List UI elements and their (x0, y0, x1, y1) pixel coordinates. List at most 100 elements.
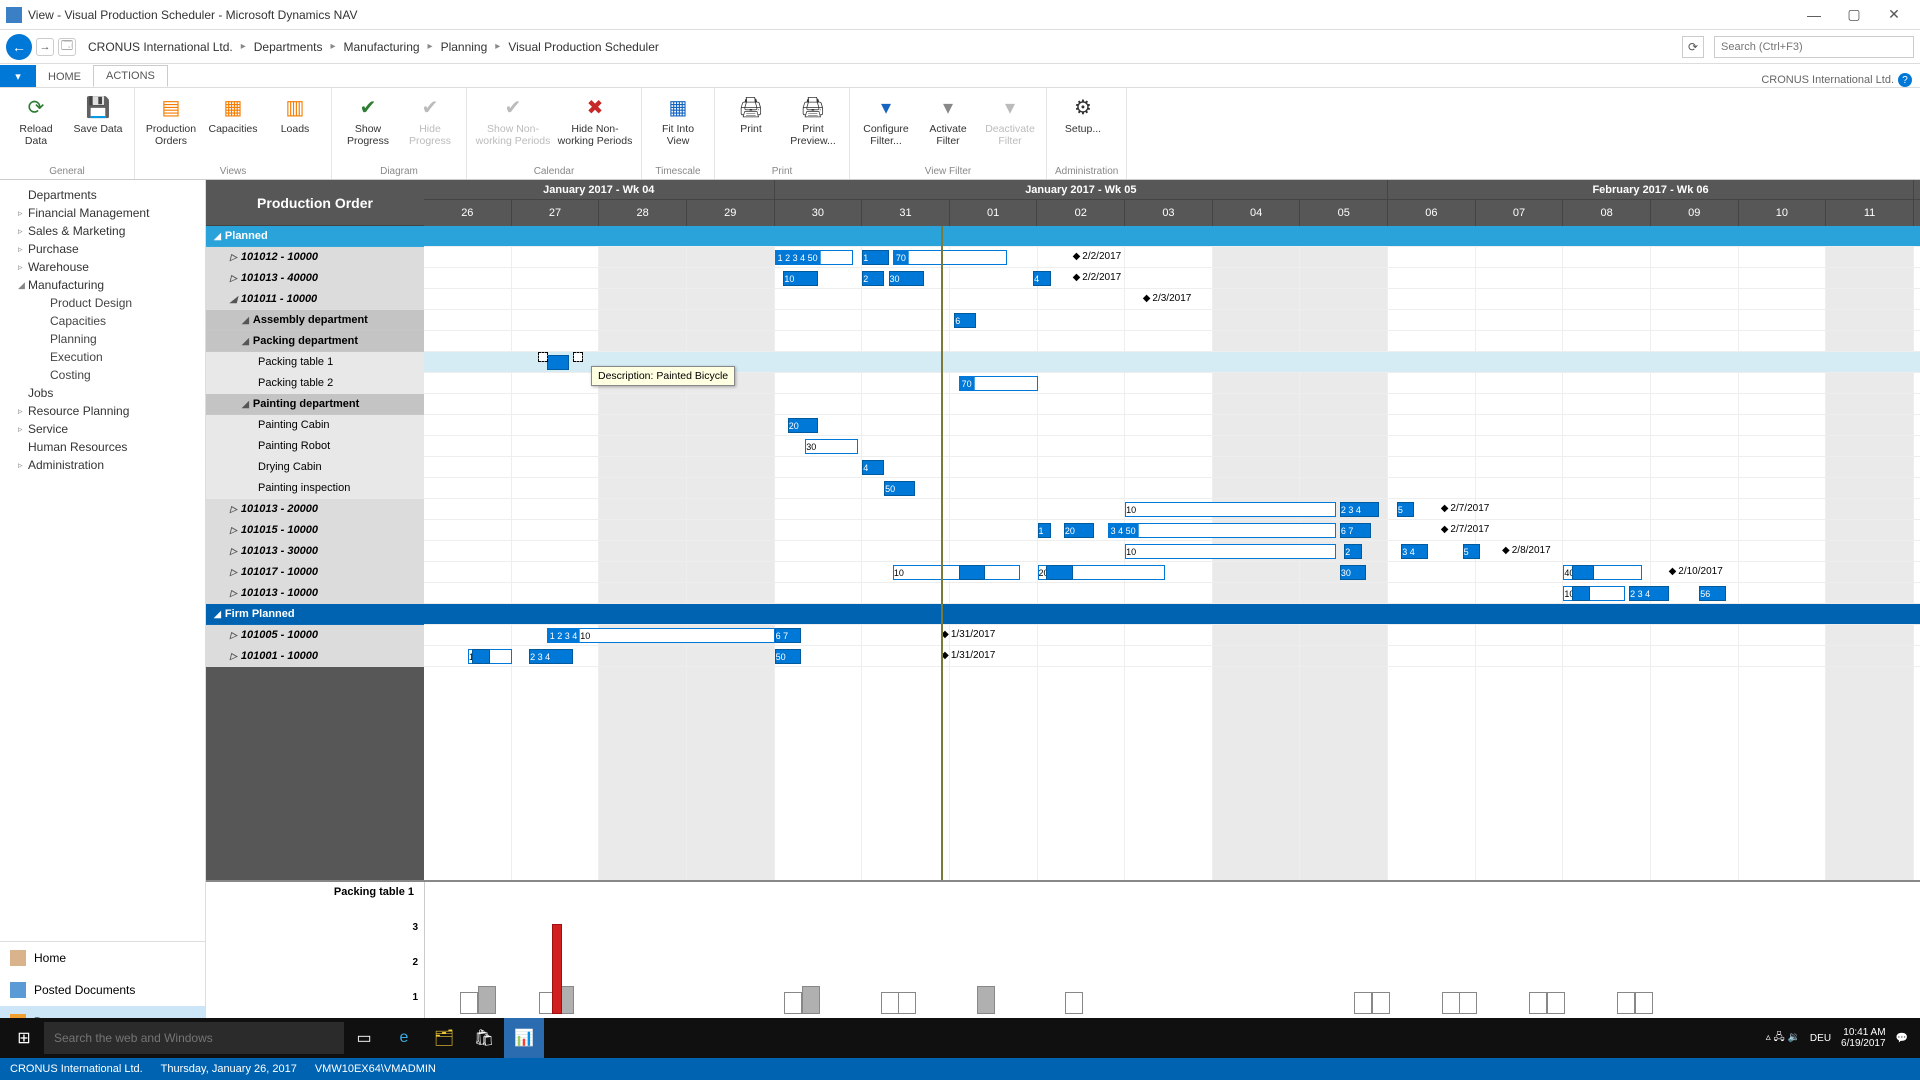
gantt-task[interactable]: 4 (1033, 271, 1051, 286)
gantt-task[interactable]: 2 (862, 271, 884, 286)
gantt-task[interactable]: 4 (862, 460, 884, 475)
gantt-task[interactable] (547, 355, 569, 370)
gantt-grid-row[interactable] (424, 415, 1920, 436)
gantt-row[interactable]: ▷101015 - 10000 (206, 520, 424, 541)
gantt-row[interactable]: ▷101001 - 10000 (206, 646, 424, 667)
gantt-row[interactable]: ▷101012 - 10000 (206, 247, 424, 268)
nav-item[interactable]: Product Design (0, 294, 205, 312)
gantt-grid-row[interactable] (424, 268, 1920, 289)
nav-item[interactable]: ▹Service (0, 420, 205, 438)
gantt-row[interactable]: ▷101013 - 30000 (206, 541, 424, 562)
gantt-task[interactable]: 6 7 (775, 628, 801, 643)
back-button[interactable]: ← (6, 34, 32, 60)
gantt-row[interactable]: ◢101011 - 10000 (206, 289, 424, 310)
gantt-grid-row[interactable] (424, 310, 1920, 331)
gantt-grid-row[interactable] (424, 226, 1920, 247)
show-progress-button[interactable]: ✔Show Progress (340, 92, 396, 147)
nav-item[interactable]: ▹Administration (0, 456, 205, 474)
fit-into-view-button[interactable]: ▦Fit Into View (650, 92, 706, 147)
gantt-task[interactable]: 2 (1344, 544, 1362, 559)
capacities-button[interactable]: ▦Capacities (205, 92, 261, 136)
nav-item[interactable]: ▹Sales & Marketing (0, 222, 205, 240)
nav-item[interactable]: ▹Financial Management (0, 204, 205, 222)
task-view-icon[interactable]: ▭ (344, 1018, 384, 1058)
gantt-grid-row[interactable] (424, 247, 1920, 268)
nav-item[interactable]: Capacities (0, 312, 205, 330)
gantt-task[interactable]: 1 2 3 410 (547, 628, 775, 643)
gantt-row[interactable]: ▷101005 - 10000 (206, 625, 424, 646)
tray-lang[interactable]: DEU (1810, 1033, 1831, 1044)
gantt-row[interactable]: ◢Firm Planned (206, 604, 424, 625)
gantt-row[interactable]: ◢Packing department (206, 331, 424, 352)
gantt-task[interactable]: 3 4 50 (1108, 523, 1336, 538)
nav-item[interactable]: Costing (0, 366, 205, 384)
task[interactable]: 1 2 3 4 50 (775, 250, 854, 265)
gantt-task[interactable]: 2 3 4 (1340, 502, 1379, 517)
gantt-task[interactable] (1572, 586, 1590, 601)
crumb-planning[interactable]: Planning (441, 40, 488, 54)
production-orders-button[interactable]: ▤Production Orders (143, 92, 199, 147)
gantt-row[interactable]: ▷101013 - 20000 (206, 499, 424, 520)
crumb-page[interactable]: Visual Production Scheduler (508, 40, 659, 54)
gantt-grid-row[interactable] (424, 436, 1920, 457)
gantt-task[interactable]: 50 (884, 481, 915, 496)
gantt-grid-row[interactable] (424, 394, 1920, 415)
nav-item[interactable]: ▹Resource Planning (0, 402, 205, 420)
nav-item[interactable]: ◢Manufacturing (0, 276, 205, 294)
nav-item[interactable]: Jobs (0, 384, 205, 402)
print-preview-button[interactable]: 🖨Print Preview... (785, 92, 841, 147)
gantt-task[interactable]: 10 (1125, 502, 1335, 517)
gantt-row[interactable]: ◢Planned (206, 226, 424, 247)
gantt-task[interactable]: 20 (1064, 523, 1095, 538)
gantt-chart[interactable]: Production Order ◢Planned▷101012 - 10000… (206, 180, 1920, 880)
nav-app-icon[interactable]: 📊 (504, 1018, 544, 1058)
refresh-button[interactable]: ⟳ (1682, 36, 1704, 58)
address-dropdown[interactable]: 🗔 (58, 38, 76, 56)
configure-filter-button[interactable]: ▾Configure Filter... (858, 92, 914, 147)
close-button[interactable]: ✕ (1874, 1, 1914, 29)
gantt-task[interactable] (1572, 565, 1594, 580)
gantt-row[interactable]: ◢Assembly department (206, 310, 424, 331)
drag-handle[interactable] (573, 352, 583, 362)
gantt-task[interactable]: 6 (954, 313, 976, 328)
gantt-task[interactable]: 30 (1340, 565, 1366, 580)
gantt-row[interactable]: ▷101017 - 10000 (206, 562, 424, 583)
file-tab[interactable]: ▾ (0, 65, 36, 87)
gantt-grid-row[interactable] (424, 331, 1920, 352)
gantt-task[interactable]: 30 (805, 439, 858, 454)
crumb-company[interactable]: CRONUS International Ltd. (88, 40, 233, 54)
maximize-button[interactable]: ▢ (1834, 1, 1874, 29)
gantt-task[interactable]: 10 (893, 565, 1020, 580)
gantt-task[interactable]: 1 (1038, 523, 1051, 538)
start-button[interactable]: ⊞ (4, 1018, 44, 1058)
notification-icon[interactable]: 💬 (1896, 1033, 1908, 1044)
activate-filter-button[interactable]: ▾Activate Filter (920, 92, 976, 147)
gantt-grid-row[interactable] (424, 583, 1920, 604)
gantt-row[interactable]: ▷101013 - 40000 (206, 268, 424, 289)
gantt-task[interactable]: 5 (1397, 502, 1415, 517)
gantt-task[interactable]: 70 (959, 376, 1038, 391)
gantt-grid-row[interactable] (424, 457, 1920, 478)
drag-handle[interactable] (538, 352, 548, 362)
edge-icon[interactable]: e (384, 1018, 424, 1058)
forward-button[interactable]: → (36, 38, 54, 56)
tab-home[interactable]: HOME (36, 67, 93, 87)
nav-item[interactable]: Planning (0, 330, 205, 348)
gantt-row[interactable]: ▷101013 - 10000 (206, 583, 424, 604)
nav-item[interactable]: ▹Warehouse (0, 258, 205, 276)
nav-item[interactable]: ▹Purchase (0, 240, 205, 258)
nav-item[interactable]: Human Resources (0, 438, 205, 456)
nav-item[interactable]: Departments (0, 186, 205, 204)
tray-icons[interactable]: ▵ 🖧 🔉 (1766, 1030, 1800, 1047)
gantt-task[interactable]: 56 (1699, 586, 1725, 601)
nav-posted-documents[interactable]: Posted Documents (0, 974, 205, 1006)
gantt-row[interactable]: Painting Robot (206, 436, 424, 457)
gantt-task[interactable]: 10 (783, 271, 818, 286)
nav-item[interactable]: Execution (0, 348, 205, 366)
print-button[interactable]: 🖨Print (723, 92, 779, 136)
minimize-button[interactable]: — (1794, 1, 1834, 29)
gantt-grid-row[interactable] (424, 646, 1920, 667)
gantt-task[interactable]: 10 (1125, 544, 1335, 559)
help-icon[interactable]: ? (1898, 73, 1912, 87)
gantt-row[interactable]: Packing table 1 (206, 352, 424, 373)
